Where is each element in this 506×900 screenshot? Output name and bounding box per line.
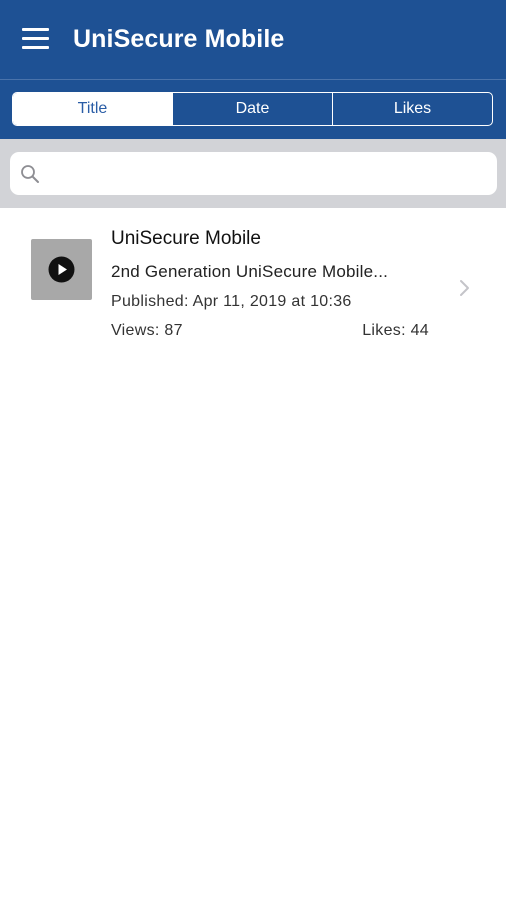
search-icon bbox=[21, 165, 39, 183]
search-field-container bbox=[10, 152, 497, 197]
navigation-bar: UniSecure Mobile bbox=[0, 0, 506, 80]
chevron-right-icon bbox=[460, 280, 469, 296]
published-info: Published: Apr 11, 2019 at 10:36 bbox=[111, 293, 352, 311]
views-label: Views: bbox=[111, 322, 160, 339]
play-icon bbox=[48, 256, 75, 283]
list-item[interactable]: UniSecure Mobile 2nd Generation UniSecur… bbox=[0, 208, 506, 358]
published-label: Published: bbox=[111, 293, 189, 310]
search-bar bbox=[0, 139, 506, 208]
published-separator: at bbox=[291, 293, 306, 310]
page-title: UniSecure Mobile bbox=[73, 25, 285, 53]
tab-title[interactable]: Title bbox=[13, 93, 172, 125]
published-date: Apr 11, 2019 bbox=[192, 293, 287, 310]
tab-date[interactable]: Date bbox=[172, 93, 332, 125]
sort-segmented-control: Title Date Likes bbox=[12, 92, 493, 126]
app-screen: UniSecure Mobile Title Date Likes UniSec… bbox=[0, 0, 506, 900]
hamburger-menu-icon[interactable] bbox=[22, 28, 50, 50]
published-time: 10:36 bbox=[310, 293, 352, 310]
video-title: UniSecure Mobile bbox=[111, 228, 261, 249]
views-count: Views: 87 bbox=[111, 322, 183, 340]
sort-bar: Title Date Likes bbox=[0, 80, 506, 139]
video-description: 2nd Generation UniSecure Mobile... bbox=[111, 262, 389, 281]
views-value: 87 bbox=[164, 322, 183, 339]
likes-label: Likes: bbox=[362, 322, 406, 339]
tab-likes[interactable]: Likes bbox=[332, 93, 492, 125]
search-input[interactable] bbox=[48, 152, 492, 197]
video-thumbnail[interactable] bbox=[31, 239, 92, 300]
likes-value: 44 bbox=[410, 322, 429, 339]
likes-count: Likes: 44 bbox=[362, 322, 429, 340]
